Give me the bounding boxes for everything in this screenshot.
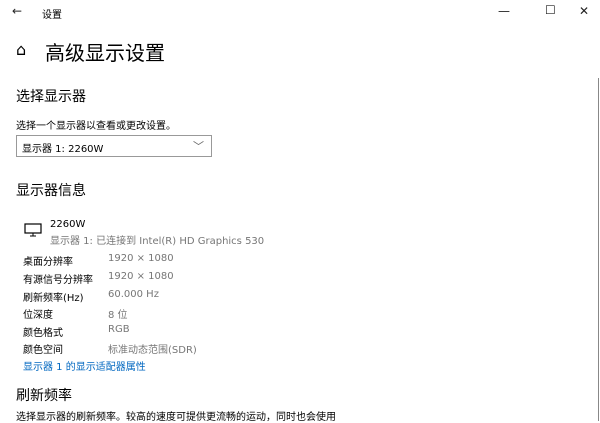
- home-icon[interactable]: ⌂: [16, 40, 26, 59]
- display-info-heading: 显示器信息: [16, 183, 86, 199]
- info-label: 颜色空间: [23, 345, 63, 356]
- back-button[interactable]: ←: [12, 4, 22, 18]
- select-display-heading: 选择显示器: [16, 89, 86, 105]
- info-value: 1920 × 1080: [108, 253, 174, 264]
- select-display-description: 选择一个显示器以查看或更改设置。: [16, 121, 176, 132]
- info-value: 60.000 Hz: [108, 289, 159, 300]
- maximize-button[interactable]: ☐: [545, 3, 556, 17]
- adapter-properties-link[interactable]: 显示器 1 的显示适配器属性: [23, 358, 146, 373]
- info-value: 标准动态范围(SDR): [108, 345, 197, 356]
- info-value: 8 位: [108, 310, 128, 321]
- display-dropdown-value: 显示器 1: 2260W: [22, 144, 104, 155]
- info-label: 桌面分辨率: [23, 257, 73, 268]
- info-value: 1920 × 1080: [108, 271, 174, 282]
- close-button[interactable]: ✕: [579, 4, 589, 18]
- info-value: RGB: [108, 324, 130, 335]
- window-title: 设置: [42, 10, 62, 21]
- info-label: 颜色格式: [23, 328, 63, 339]
- monitor-name: 2260W: [50, 219, 86, 230]
- monitor-connection: 显示器 1: 已连接到 Intel(R) HD Graphics 530: [50, 236, 265, 247]
- scrollbar[interactable]: [598, 78, 599, 421]
- display-dropdown[interactable]: 显示器 1: 2260W ﹀: [16, 135, 212, 157]
- page-title: 高级显示设置: [45, 41, 165, 65]
- minimize-button[interactable]: —: [498, 4, 510, 18]
- chevron-down-icon: ﹀: [193, 140, 204, 153]
- info-label: 刷新频率(Hz): [23, 293, 84, 304]
- monitor-icon: [24, 223, 42, 237]
- info-label: 位深度: [23, 310, 53, 321]
- refresh-rate-heading: 刷新频率: [16, 388, 72, 404]
- info-label: 有源信号分辨率: [23, 275, 93, 286]
